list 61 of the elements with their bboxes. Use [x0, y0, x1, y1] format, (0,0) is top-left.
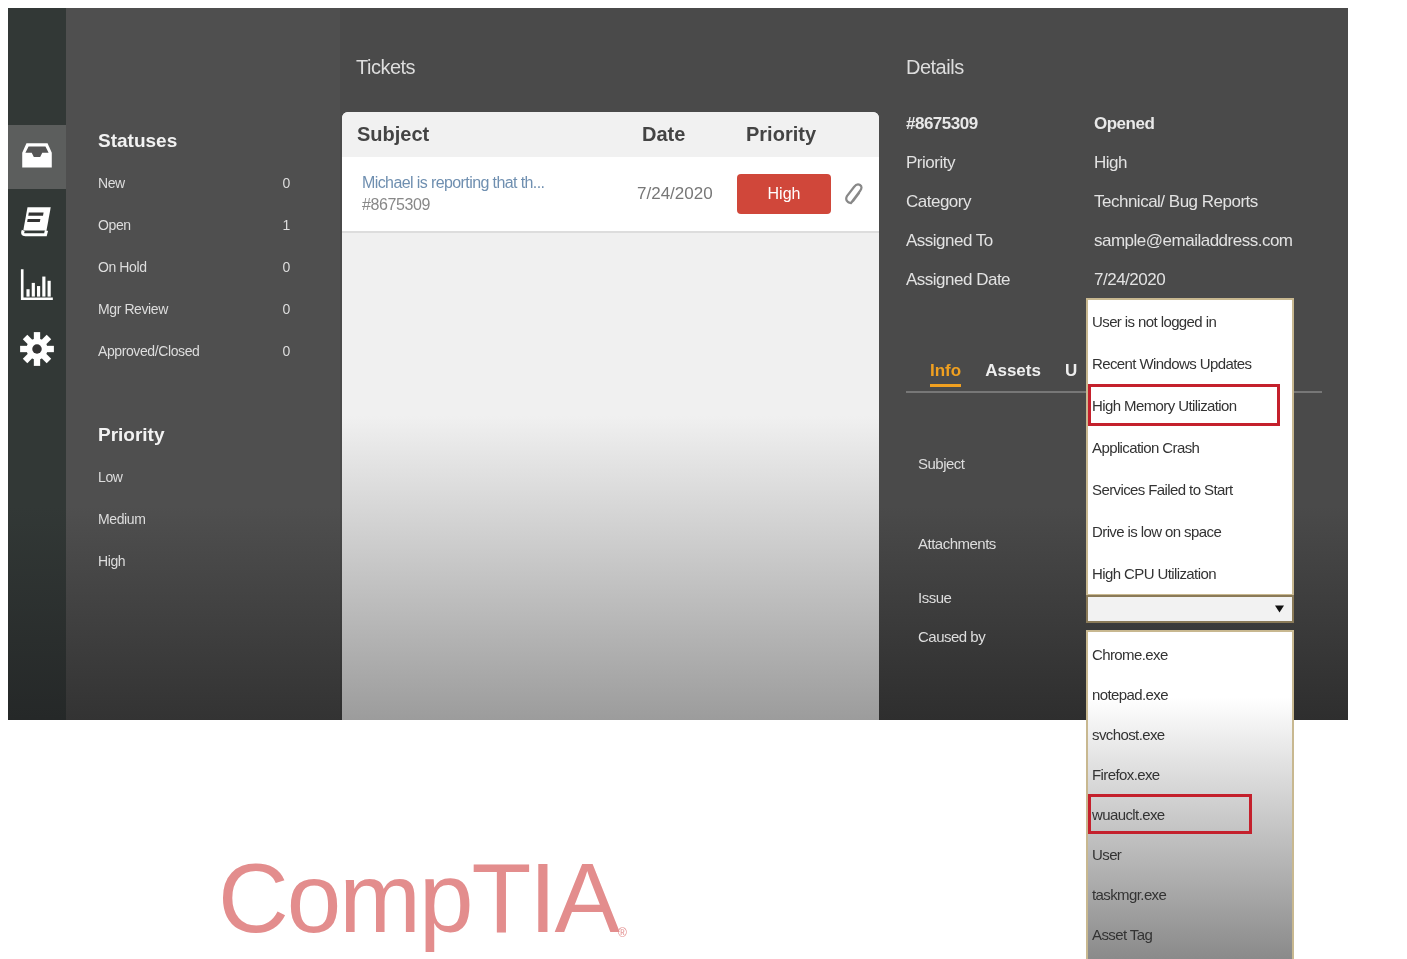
dropdown-option[interactable]: High Memory Utilization: [1088, 384, 1280, 426]
nav-button[interactable]: [8, 125, 66, 189]
dropdown-option[interactable]: Firefox.exe: [1088, 754, 1292, 794]
dropdown-option[interactable]: User: [1088, 834, 1292, 874]
issue-select[interactable]: [1086, 595, 1294, 623]
column-header: Priority: [746, 123, 817, 146]
form-label: Attachments: [918, 535, 997, 554]
dropdown-option[interactable]: Drive is low on space: [1088, 510, 1292, 552]
field-value: 7/24/2020: [1094, 268, 1167, 291]
ticket-number: #8675309: [906, 112, 979, 135]
dropdown-option[interactable]: High CPU Utilization: [1088, 552, 1292, 594]
settings-icon: [18, 330, 56, 368]
field-label: Assigned To: [906, 229, 994, 252]
dropdown-option[interactable]: Chrome.exe: [1088, 634, 1292, 674]
form-label: Issue: [918, 589, 953, 608]
panel-title: Tickets: [355, 56, 417, 80]
status-count: 1: [282, 217, 290, 233]
status-count: 0: [282, 343, 290, 359]
dropdown-caret-icon: [1275, 605, 1284, 613]
field-value: High: [1094, 151, 1128, 174]
status-filter[interactable]: Mgr Review: [98, 301, 168, 317]
dropdown-option[interactable]: Application Crash: [1088, 426, 1292, 468]
ticket-date: 7/24/2020: [637, 184, 714, 204]
section-heading: Statuses: [98, 130, 179, 153]
status-filter[interactable]: New: [98, 175, 125, 191]
field-value: Technical/ Bug Reports: [1094, 190, 1259, 213]
dropdown-option[interactable]: svchost.exe: [1088, 714, 1292, 754]
form-label: Subject: [918, 455, 966, 474]
priority-filter[interactable]: Medium: [98, 511, 146, 527]
priority-filter[interactable]: High: [98, 553, 126, 569]
section-heading: Priority: [98, 424, 166, 447]
status-filter[interactable]: Open: [98, 217, 131, 233]
dropdown-option[interactable]: Services Failed to Start: [1088, 468, 1292, 510]
panel-title: Details: [905, 56, 965, 80]
tab[interactable]: U: [1064, 361, 1078, 387]
dropdown-option[interactable]: notepad.exe: [1088, 674, 1292, 714]
field-value: sample@emailaddress.com: [1094, 229, 1294, 252]
tab[interactable]: Assets: [985, 361, 1041, 387]
comptia-logo: CompTIA®: [218, 842, 627, 955]
column-header: Date: [642, 123, 687, 146]
ticket-status: Opened: [1094, 112, 1156, 135]
field-label: Priority: [906, 151, 957, 174]
dropdown-option[interactable]: taskmgr.exe: [1088, 874, 1292, 914]
status-filter[interactable]: Approved/Closed: [98, 343, 200, 359]
dropdown-option[interactable]: User is not logged in: [1088, 300, 1292, 342]
form-label: Caused by: [918, 628, 987, 647]
ticket-id: #8675309: [362, 196, 431, 214]
dropdown-option[interactable]: wuauclt.exe: [1088, 794, 1252, 834]
status-count: 0: [282, 175, 290, 191]
dropdown-option[interactable]: Recent Windows Updates: [1088, 342, 1292, 384]
dropdown-option[interactable]: Asset Tag: [1088, 914, 1292, 954]
priority-tag: High: [737, 174, 831, 214]
status-filter[interactable]: On Hold: [98, 259, 147, 275]
field-label: Assigned Date: [906, 268, 1012, 291]
column-header: Subject: [357, 123, 431, 146]
tab[interactable]: Info: [930, 361, 962, 387]
priority-filter[interactable]: Low: [98, 469, 123, 485]
ticket-row[interactable]: Michael is reporting that th... #8675309 7/24/2020 High: [342, 157, 879, 233]
status-count: 0: [282, 259, 290, 275]
field-label: Category: [906, 190, 973, 213]
status-count: 0: [282, 301, 290, 317]
